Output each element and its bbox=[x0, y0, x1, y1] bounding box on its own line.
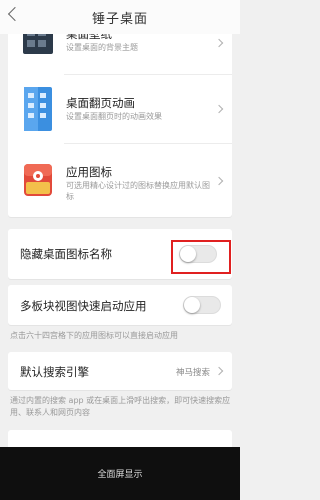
toggle-knob bbox=[184, 297, 200, 313]
multiboard-label: 多板块视图快速启动应用 bbox=[20, 299, 147, 313]
back-icon[interactable] bbox=[7, 6, 23, 22]
page-animation-title: 桌面翻页动画 bbox=[66, 96, 135, 110]
page-animation-thumbnail-icon bbox=[24, 87, 52, 131]
chevron-right-icon bbox=[214, 366, 224, 376]
top-bar: 锤子桌面 bbox=[0, 0, 240, 34]
chevron-right-icon bbox=[214, 176, 224, 186]
highlight-box bbox=[171, 240, 231, 274]
app-icons-title: 应用图标 bbox=[66, 165, 112, 179]
page-animation-desc: 设置桌面翻页时的动画效果 bbox=[66, 112, 162, 121]
search-engine-card[interactable]: 默认搜索引擎 神马搜索 bbox=[8, 352, 232, 390]
app-icon-thumbnail-icon bbox=[24, 164, 52, 196]
appearance-card: 桌面壁纸 设置桌面的背景主题 桌面翻页动画 设置桌面翻页时的动画效果 应用图标 … bbox=[8, 20, 232, 217]
hide-icon-names-label: 隐藏桌面图标名称 bbox=[20, 247, 112, 261]
fullscreen-display-label: 全面屏显示 bbox=[97, 470, 143, 480]
chevron-right-icon bbox=[214, 38, 224, 48]
app-icons-desc: 可选用精心设计过的图标替换应用默认图标 bbox=[66, 181, 210, 201]
chevron-right-icon bbox=[214, 104, 224, 114]
multiboard-card: 多板块视图快速启动应用 bbox=[8, 285, 232, 325]
page-title: 锤子桌面 bbox=[91, 11, 148, 27]
fullscreen-display-bar[interactable]: 全面屏显示 bbox=[0, 447, 240, 500]
search-note: 通过内置的搜索 app 或在桌面上滑呼出搜索，即可快速搜索应用、联系人和网页内容 bbox=[10, 396, 231, 417]
search-engine-value: 神马搜索 bbox=[175, 368, 210, 378]
page-animation-row[interactable]: 桌面翻页动画 设置桌面翻页时的动画效果 bbox=[8, 75, 232, 144]
app-icons-row[interactable]: 应用图标 可选用精心设计过的图标替换应用默认图标 bbox=[8, 144, 232, 217]
search-engine-label: 默认搜索引擎 bbox=[20, 365, 89, 379]
wallpaper-desc: 设置桌面的背景主题 bbox=[66, 43, 138, 52]
multiboard-note: 点击六十四宫格下的应用图标可以直接启动应用 bbox=[10, 331, 178, 340]
multiboard-toggle[interactable] bbox=[183, 296, 221, 314]
